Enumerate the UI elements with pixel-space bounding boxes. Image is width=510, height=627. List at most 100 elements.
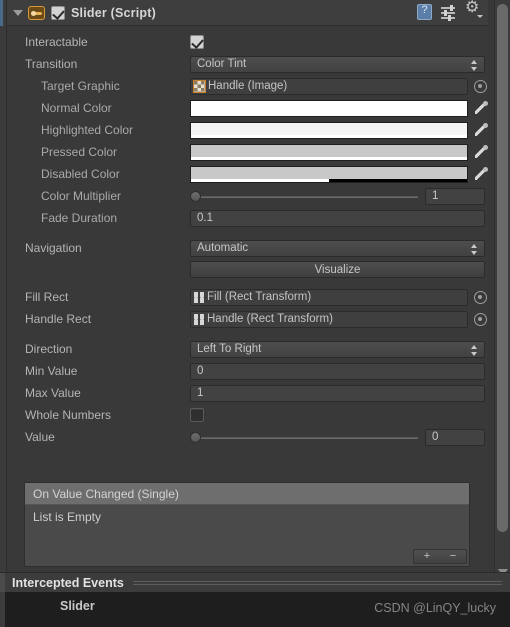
color-multiplier-value: 1 [432,190,439,202]
sprite-icon [193,79,206,93]
fill-rect-object-field[interactable]: Fill (Rect Transform) [190,288,468,306]
row-pressed-color: Pressed Color [7,141,488,163]
intercepted-events-title: Intercepted Events [12,575,124,590]
fade-duration-input[interactable]: 0.1 [190,209,485,227]
label-normal-color: Normal Color [41,101,112,115]
remove-event-button[interactable]: − [450,551,456,562]
highlighted-color-eyedropper-icon[interactable] [473,122,489,138]
handle-rect-picker-icon[interactable] [474,312,487,326]
slider-component-icon [28,5,45,20]
value-slider-handle[interactable] [190,431,201,443]
fill-rect-picker-icon[interactable] [474,290,487,304]
watermark-text: CSDN @LinQY_lucky [374,601,496,615]
navigation-value: Automatic [197,242,249,254]
direction-dropdown[interactable]: Left To Right [190,340,485,358]
row-fade-duration: Fade Duration 0.1 [7,207,488,229]
min-value-value: 0 [197,365,204,377]
pressed-color-swatch[interactable] [190,143,468,161]
foldout-triangle-icon[interactable] [13,9,23,16]
row-visualize: Visualize [7,261,488,278]
preset-sliders-icon[interactable] [441,4,456,21]
color-multiplier-slider-handle[interactable] [190,190,201,202]
row-color-multiplier: Color Multiplier 1 [7,185,488,207]
transition-dropdown[interactable]: Color Tint [190,55,485,73]
component-header[interactable]: Slider (Script) [7,0,488,26]
label-max-value: Max Value [25,386,81,400]
label-color-multiplier: Color Multiplier [41,189,122,203]
disabled-color-swatch[interactable] [190,165,468,183]
handle-rect-value: Handle (Rect Transform) [207,313,333,325]
row-max-value: Max Value 1 [7,382,488,404]
intercepted-events-section-header: Intercepted Events [0,572,510,593]
transition-value: Color Tint [197,58,247,70]
label-direction: Direction [25,342,73,356]
label-whole-numbers: Whole Numbers [25,408,112,422]
event-add-remove-buttons[interactable]: + − [413,549,467,564]
row-direction: Direction Left To Right [7,338,488,360]
target-graphic-picker-icon[interactable] [474,79,487,93]
highlighted-color-swatch[interactable] [190,121,468,139]
value-input[interactable]: 0 [425,428,485,446]
label-pressed-color: Pressed Color [41,145,118,159]
interactable-checkbox[interactable] [190,35,204,49]
navigation-dropdown[interactable]: Automatic [190,239,485,257]
row-interactable: Interactable [7,31,488,53]
target-graphic-object-field[interactable]: Handle (Image) [190,77,468,95]
label-highlighted-color: Highlighted Color [41,123,134,137]
max-value-value: 1 [197,387,204,399]
label-target-graphic: Target Graphic [41,79,120,93]
add-event-button[interactable]: + [424,551,430,562]
row-normal-color: Normal Color [7,97,488,119]
scrollbar-thumb[interactable] [497,4,508,532]
row-fill-rect: Fill Rect Fill (Rect Transform) [7,286,488,308]
event-list-header: On Value Changed (Single) [25,483,469,505]
color-multiplier-input[interactable]: 1 [425,187,485,205]
max-value-input[interactable]: 1 [190,384,485,402]
visualize-button[interactable]: Visualize [190,261,485,278]
row-whole-numbers: Whole Numbers [7,404,488,426]
inspector-scrollbar[interactable] [494,0,509,581]
row-highlighted-color: Highlighted Color [7,119,488,141]
fade-duration-value: 0.1 [197,212,213,224]
min-value-input[interactable]: 0 [190,362,485,380]
row-target-graphic: Target Graphic Handle (Image) [7,75,488,97]
label-handle-rect: Handle Rect [25,312,92,326]
normal-color-eyedropper-icon[interactable] [473,100,489,116]
gear-dropdown-icon[interactable] [465,0,483,20]
label-value: Value [25,430,55,444]
direction-value: Left To Right [197,343,262,355]
event-list-title: On Value Changed (Single) [33,486,179,501]
component-enabled-checkbox[interactable] [51,5,65,20]
color-multiplier-slider[interactable] [190,188,418,205]
header-icon-group [417,0,483,21]
intercepted-events-body: Slider CSDN @LinQY_lucky [0,592,510,627]
row-min-value: Min Value 0 [7,360,488,382]
label-disabled-color: Disabled Color [41,167,120,181]
normal-color-swatch[interactable] [190,99,468,117]
handle-rect-object-field[interactable]: Handle (Rect Transform) [190,310,468,328]
label-transition: Transition [25,57,78,71]
row-value: Value 0 [7,426,488,448]
disabled-color-eyedropper-icon[interactable] [473,166,489,182]
rect-transform-icon [193,291,206,304]
fill-rect-value: Fill (Rect Transform) [207,291,312,303]
on-value-changed-event-list: On Value Changed (Single) List is Empty … [24,482,470,567]
bottom-left-rail [0,592,5,627]
selection-accent-bar [0,0,3,26]
pressed-color-eyedropper-icon[interactable] [473,144,489,160]
visualize-label: Visualize [314,263,361,276]
chevron-updown-icon [471,344,478,356]
value-number: 0 [432,431,439,443]
label-fill-rect: Fill Rect [25,290,69,304]
unity-inspector-window: Slider (Script) Interactable Transition [0,0,510,627]
label-fade-duration: Fade Duration [41,211,118,225]
row-handle-rect: Handle Rect Handle (Rect Transform) [7,308,488,330]
row-disabled-color: Disabled Color [7,163,488,185]
value-slider[interactable] [190,429,418,446]
rect-transform-icon [193,313,206,326]
target-graphic-value: Handle (Image) [208,80,288,92]
intercepted-event-item-slider[interactable]: Slider [60,599,95,613]
chevron-updown-icon [471,59,478,71]
whole-numbers-checkbox[interactable] [190,408,204,422]
help-book-icon[interactable] [417,4,432,20]
